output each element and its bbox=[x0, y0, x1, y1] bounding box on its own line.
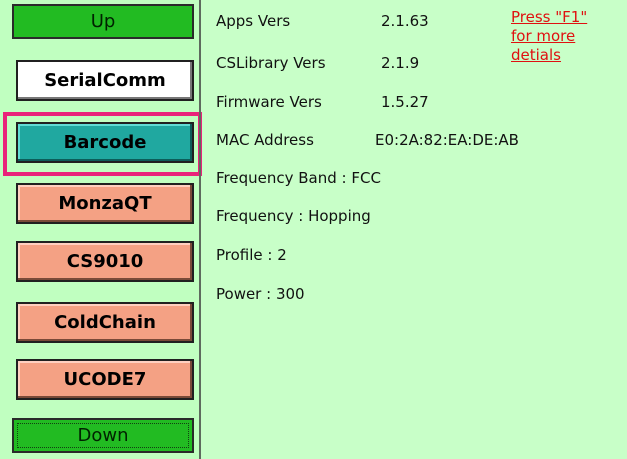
profile-text: Profile : 2 bbox=[216, 246, 287, 264]
app-window: Up SerialComm Barcode MonzaQT CS9010 Col… bbox=[0, 0, 627, 459]
mac-address-value: E0:2A:82:EA:DE:AB bbox=[375, 131, 519, 149]
power-text: Power : 300 bbox=[216, 285, 305, 303]
up-button[interactable]: Up bbox=[12, 4, 194, 39]
mode-button-cs9010[interactable]: CS9010 bbox=[16, 241, 194, 282]
help-line-2: for more bbox=[511, 27, 576, 45]
mode-sidebar: Up SerialComm Barcode MonzaQT CS9010 Col… bbox=[0, 0, 199, 459]
mode-button-barcode[interactable]: Barcode bbox=[16, 122, 194, 163]
frequency-text: Frequency : Hopping bbox=[216, 207, 371, 225]
mac-address-label: MAC Address bbox=[216, 131, 314, 149]
mode-button-coldchain[interactable]: ColdChain bbox=[16, 302, 194, 343]
apps-version-value: 2.1.63 bbox=[381, 12, 429, 30]
down-button[interactable]: Down bbox=[12, 418, 194, 453]
help-link[interactable]: Press "F1" for more detials bbox=[511, 8, 611, 65]
mode-button-monzaqt[interactable]: MonzaQT bbox=[16, 183, 194, 224]
mode-button-serialcomm[interactable]: SerialComm bbox=[16, 60, 194, 101]
cslibrary-version-label: CSLibrary Vers bbox=[216, 54, 326, 72]
mode-button-ucode7[interactable]: UCODE7 bbox=[16, 359, 194, 400]
cslibrary-version-value: 2.1.9 bbox=[381, 54, 420, 72]
panel-divider bbox=[199, 0, 201, 459]
frequency-band-text: Frequency Band : FCC bbox=[216, 169, 381, 187]
firmware-version-label: Firmware Vers bbox=[216, 93, 322, 111]
apps-version-label: Apps Vers bbox=[216, 12, 291, 30]
firmware-version-value: 1.5.27 bbox=[381, 93, 429, 111]
help-line-3: detials bbox=[511, 46, 561, 64]
help-line-1: Press "F1" bbox=[511, 8, 588, 26]
